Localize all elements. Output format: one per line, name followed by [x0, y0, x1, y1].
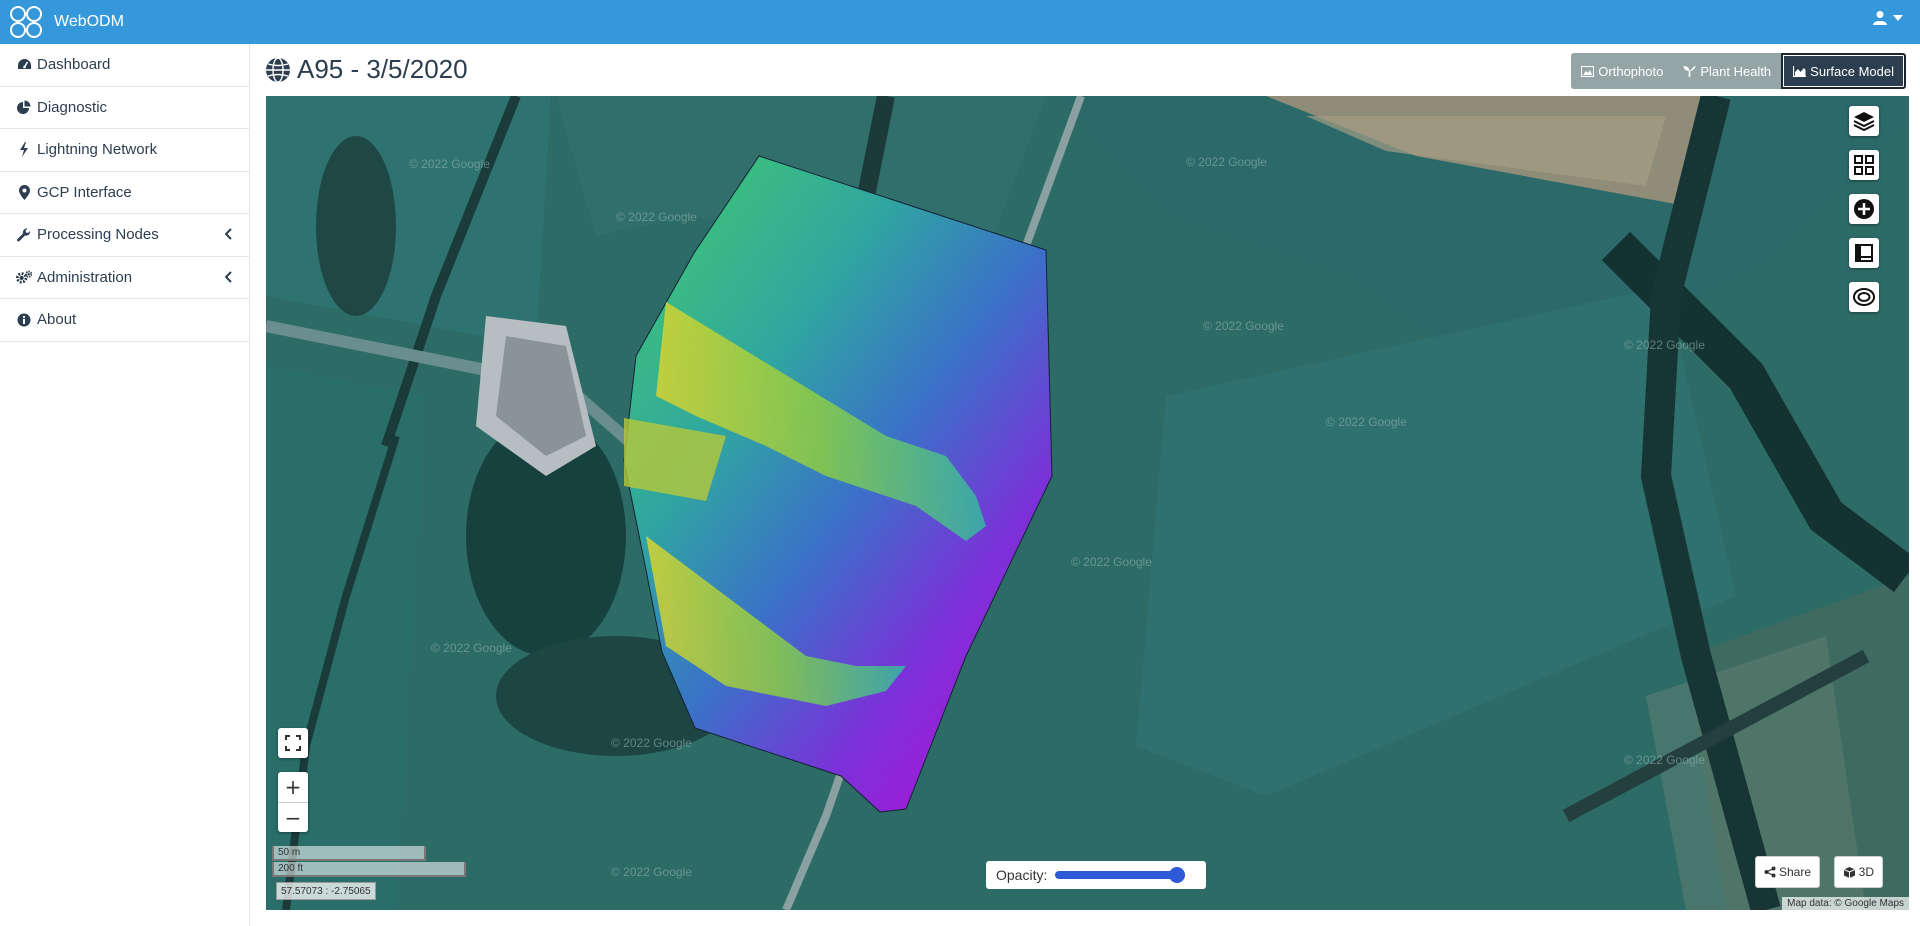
surface-model-button[interactable]: Surface Model — [1781, 53, 1906, 89]
opacity-slider-handle[interactable] — [1169, 867, 1186, 883]
sidebar-item-about[interactable]: About — [0, 299, 249, 342]
caret-down-icon — [1893, 15, 1903, 21]
zoom-in-button[interactable]: + — [278, 772, 308, 802]
svg-text:© 2022 Google: © 2022 Google — [431, 641, 512, 655]
brand[interactable]: WebODM — [8, 4, 124, 40]
sidebar-item-label: Diagnostic — [37, 98, 108, 116]
zoom-out-button[interactable]: − — [278, 802, 308, 832]
expand-icon — [285, 735, 301, 751]
webodm-logo-icon — [10, 6, 42, 38]
svg-text:© 2022 Google: © 2022 Google — [1624, 753, 1705, 767]
sidebar-item-processing-nodes[interactable]: Processing Nodes — [0, 214, 249, 257]
svg-text:© 2022 Google: © 2022 Google — [611, 736, 692, 750]
brand-name: WebODM — [54, 13, 124, 30]
pie-chart-icon — [16, 100, 32, 115]
sidebar-item-label: Administration — [37, 268, 133, 286]
measure-button[interactable] — [1849, 238, 1879, 268]
orthophoto-button[interactable]: Orthophoto — [1571, 53, 1674, 89]
wrench-icon — [16, 228, 32, 242]
image-icon — [1581, 65, 1595, 77]
share-button[interactable]: Share — [1754, 856, 1820, 888]
mouse-coordinates: 57.57073 : -2.75065 — [276, 882, 376, 900]
opacity-control: Opacity: — [986, 861, 1206, 889]
svg-text:© 2022 Google: © 2022 Google — [409, 157, 490, 171]
svg-text:© 2022 Google: © 2022 Google — [616, 210, 697, 224]
sidebar-item-label: GCP Interface — [37, 183, 132, 201]
grid-button[interactable] — [1849, 150, 1879, 180]
fullscreen-button[interactable] — [278, 728, 308, 758]
map-view[interactable]: © 2022 Google © 2022 Google © 2022 Googl… — [266, 96, 1909, 910]
grid-icon — [1854, 155, 1874, 175]
sidebar-item-administration[interactable]: Administration — [0, 257, 249, 299]
page-title-text: A95 - 3/5/2020 — [297, 54, 468, 84]
seedling-icon — [1683, 65, 1696, 77]
scale-metric: 50 m — [272, 846, 426, 861]
share-icon — [1764, 866, 1776, 878]
sidebar-item-diagnostic[interactable]: Diagnostic — [0, 87, 249, 129]
user-icon — [1873, 11, 1887, 25]
chevron-left-icon — [225, 228, 232, 240]
sidebar-item-gcp-interface[interactable]: GCP Interface — [0, 172, 249, 214]
cogs-icon — [16, 270, 32, 284]
map-attribution: Map data: © Google Maps — [1782, 897, 1909, 910]
plus-circle-icon — [1854, 199, 1874, 219]
sidebar-item-label: About — [37, 311, 77, 329]
user-menu[interactable] — [1872, 10, 1904, 26]
sidebar: Dashboard Diagnostic Lightning Network G… — [0, 44, 250, 926]
sidebar-item-lightning-network[interactable]: Lightning Network — [0, 129, 249, 172]
add-annotation-button[interactable] — [1849, 194, 1879, 224]
layer-switcher: Orthophoto Plant Health Surface Model — [1571, 53, 1906, 89]
contours-icon — [1853, 288, 1875, 306]
svg-text:© 2022 Google: © 2022 Google — [1203, 319, 1284, 333]
sidebar-item-label: Lightning Network — [37, 141, 158, 159]
plant-health-button[interactable]: Plant Health — [1673, 53, 1782, 89]
svg-text:© 2022 Google: © 2022 Google — [1071, 555, 1152, 569]
svg-text:© 2022 Google: © 2022 Google — [611, 865, 692, 879]
area-chart-icon — [1793, 65, 1807, 77]
top-navbar: WebODM — [0, 0, 1920, 44]
ruler-icon — [1855, 244, 1873, 262]
map-marker-icon — [16, 184, 32, 200]
page-title: A95 - 3/5/2020 — [265, 54, 468, 85]
3d-view-button[interactable]: 3D — [1833, 856, 1883, 888]
svg-text:© 2022 Google: © 2022 Google — [1624, 338, 1705, 352]
sidebar-item-label: Processing Nodes — [37, 226, 159, 244]
svg-text:© 2022 Google: © 2022 Google — [1186, 155, 1267, 169]
opacity-label: Opacity: — [996, 867, 1048, 883]
svg-text:© 2022 Google: © 2022 Google — [1326, 415, 1407, 429]
layers-button[interactable] — [1849, 106, 1879, 136]
scale-imperial: 200 ft — [272, 862, 466, 877]
opacity-slider[interactable] — [1055, 867, 1186, 883]
globe-icon — [266, 56, 290, 83]
bolt-icon — [16, 142, 32, 158]
cube-icon — [1843, 866, 1855, 878]
sidebar-item-label: Dashboard — [37, 56, 111, 74]
sidebar-item-dashboard[interactable]: Dashboard — [0, 44, 249, 87]
info-icon — [16, 313, 32, 327]
dashboard-icon — [16, 58, 32, 71]
satellite-basemap: © 2022 Google © 2022 Google © 2022 Googl… — [266, 96, 1909, 910]
zoom-control: + − — [278, 772, 308, 832]
contours-button[interactable] — [1849, 282, 1879, 312]
chevron-left-icon — [225, 270, 232, 283]
layers-icon — [1853, 112, 1875, 131]
